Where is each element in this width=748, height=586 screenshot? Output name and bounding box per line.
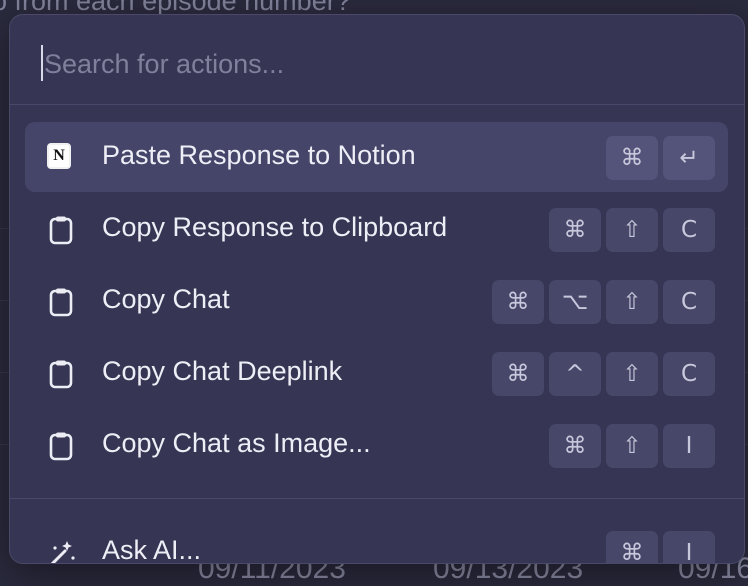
shortcut-keys: ⌘ I (606, 531, 715, 563)
shortcut-key: ⇧ (606, 208, 658, 252)
notion-icon: N (47, 143, 75, 173)
shortcut-key: ⇧ (606, 280, 658, 324)
clipboard-icon (47, 431, 75, 461)
magic-wand-icon (47, 538, 75, 563)
shortcut-key: I (663, 424, 715, 468)
action-copy-chat-as-image[interactable]: Copy Chat as Image... ⌘ ⇧ I (25, 410, 728, 480)
shortcut-key: C (663, 352, 715, 396)
action-label: Copy Chat as Image... (102, 428, 371, 458)
action-label: Paste Response to Notion (102, 140, 416, 170)
search-input[interactable] (42, 41, 706, 87)
section-divider (10, 498, 744, 499)
action-copy-response-to-clipboard[interactable]: Copy Response to Clipboard ⌘ ⇧ C (25, 194, 728, 264)
action-palette: N Paste Response to Notion ⌘ ↵ Copy Resp… (9, 14, 745, 564)
shortcut-keys: ⌘ ⇧ C (549, 208, 715, 252)
shortcut-key: ↵ (663, 136, 715, 180)
clipboard-icon (47, 359, 75, 389)
shortcut-keys: ⌘ ^ ⇧ C (492, 352, 715, 396)
shortcut-key: ⌘ (606, 531, 658, 563)
action-label: Copy Response to Clipboard (102, 212, 448, 242)
search-bar (10, 15, 744, 105)
shortcut-keys: ⌘ ↵ (606, 136, 715, 180)
shortcut-key: ^ (549, 352, 601, 396)
shortcut-key: C (663, 208, 715, 252)
action-copy-chat-deeplink[interactable]: Copy Chat Deeplink ⌘ ^ ⇧ C (25, 338, 728, 408)
shortcut-keys: ⌘ ⌥ ⇧ C (492, 280, 715, 324)
action-ask-ai[interactable]: Ask AI... ⌘ I (25, 517, 728, 564)
clipboard-icon (47, 215, 75, 245)
action-label: Ask AI... (102, 535, 202, 564)
shortcut-key: ⌘ (549, 208, 601, 252)
shortcut-key: ⌘ (492, 280, 544, 324)
action-copy-chat[interactable]: Copy Chat ⌘ ⌥ ⇧ C (25, 266, 728, 336)
shortcut-key: ⌘ (549, 424, 601, 468)
shortcut-key: ⌥ (549, 280, 601, 324)
shortcut-key: I (663, 531, 715, 563)
shortcut-key: ⌘ (606, 136, 658, 180)
shortcut-key: ⌘ (492, 352, 544, 396)
action-paste-response-to-notion[interactable]: N Paste Response to Notion ⌘ ↵ (25, 122, 728, 192)
action-label: Copy Chat Deeplink (102, 356, 343, 386)
shortcut-key: ⇧ (606, 424, 658, 468)
shortcut-keys: ⌘ ⇧ I (549, 424, 715, 468)
shortcut-key: C (663, 280, 715, 324)
clipboard-icon (47, 287, 75, 317)
action-label: Copy Chat (102, 284, 230, 314)
search-divider (10, 104, 744, 105)
shortcut-key: ⇧ (606, 352, 658, 396)
